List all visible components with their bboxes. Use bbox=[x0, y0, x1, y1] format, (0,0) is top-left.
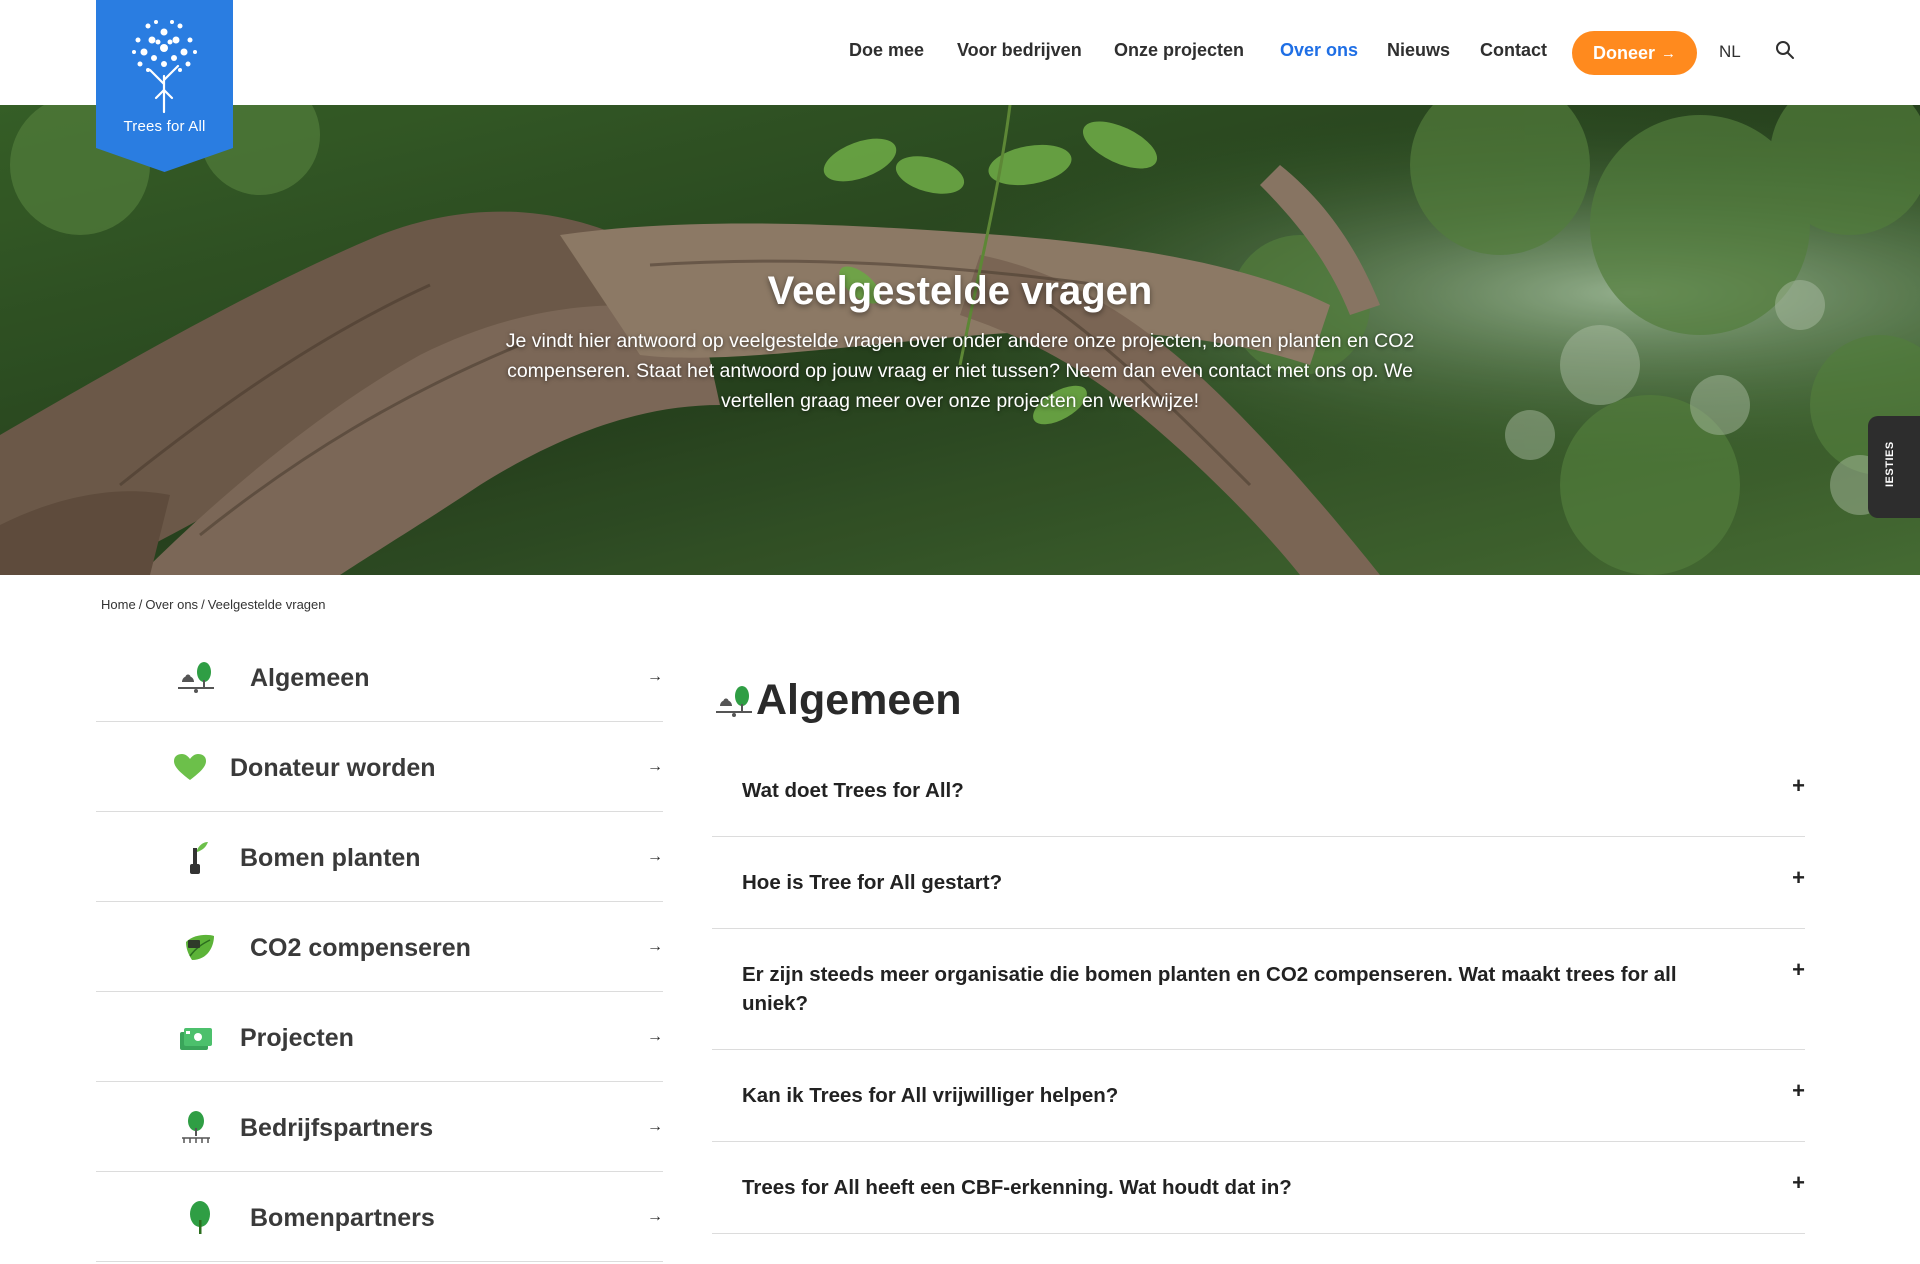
hero-banner: Veelgestelde vragen Je vindt hier antwoo… bbox=[0, 105, 1920, 575]
leaf-icon bbox=[186, 934, 214, 960]
category-list: Algemeen → Donateur worden → Bomen plant… bbox=[96, 632, 663, 1262]
section-title: Algemeen bbox=[756, 676, 962, 724]
breadcrumb-over-ons[interactable]: Over ons bbox=[145, 597, 198, 612]
plus-icon[interactable]: + bbox=[1792, 957, 1805, 983]
arrow-right-icon: → bbox=[647, 1028, 663, 1045]
faq-question: Er zijn steeds meer organisatie die bome… bbox=[742, 963, 1677, 1015]
tree-scale-icon bbox=[178, 662, 214, 693]
arrow-right-icon: → bbox=[647, 938, 663, 955]
sapling-icon bbox=[190, 842, 208, 874]
faq-item[interactable]: Wat doet Trees for All? + bbox=[712, 745, 1805, 837]
category-label: Projecten bbox=[240, 1024, 354, 1052]
plus-icon[interactable]: + bbox=[1792, 1078, 1805, 1104]
category-label: Bedrijfspartners bbox=[240, 1114, 434, 1142]
breadcrumb-current: Veelgestelde vragen bbox=[207, 597, 326, 612]
arrow-right-icon: → bbox=[647, 668, 663, 685]
nav-item-voor-bedrijven[interactable]: Voor bedrijven bbox=[957, 40, 1082, 61]
tree-roots-icon bbox=[182, 1111, 210, 1143]
language-switch[interactable]: NL bbox=[1719, 42, 1741, 62]
main-nav: Doe mee Voor bedrijven Onze projecten Ov… bbox=[0, 0, 1920, 105]
heart-icon bbox=[174, 754, 206, 780]
category-label: Algemeen bbox=[250, 664, 370, 692]
arrow-right-icon: → bbox=[1661, 44, 1676, 62]
nav-item-onze-projecten[interactable]: Onze projecten bbox=[1114, 40, 1244, 61]
faq-item[interactable]: Trees for All heeft een CBF-erkenning. W… bbox=[712, 1142, 1805, 1234]
site-header: Doe mee Voor bedrijven Onze projecten Ov… bbox=[0, 0, 1920, 105]
hero-title: Veelgestelde vragen bbox=[767, 269, 1153, 313]
plus-icon[interactable]: + bbox=[1792, 865, 1805, 891]
breadcrumb-home[interactable]: Home bbox=[101, 597, 136, 612]
category-bedrijfspartners[interactable]: Bedrijfspartners → bbox=[96, 1082, 663, 1172]
breadcrumb: Home / Over ons / Veelgestelde vragen bbox=[101, 597, 326, 612]
nav-item-nieuws[interactable]: Nieuws bbox=[1387, 40, 1450, 61]
category-projecten[interactable]: Projecten → bbox=[96, 992, 663, 1082]
arrow-right-icon: → bbox=[647, 758, 663, 775]
side-tab-label: IESTIES bbox=[1884, 441, 1896, 487]
category-donateur-worden[interactable]: Donateur worden → bbox=[96, 722, 663, 812]
nav-item-over-ons[interactable]: Over ons bbox=[1280, 40, 1358, 61]
faq-question: Trees for All heeft een CBF-erkenning. W… bbox=[742, 1176, 1292, 1199]
plus-icon[interactable]: + bbox=[1792, 1170, 1805, 1196]
faq-question: Wat doet Trees for All? bbox=[742, 779, 964, 802]
breadcrumb-separator: / bbox=[201, 597, 205, 612]
faq-list: Wat doet Trees for All? + Hoe is Tree fo… bbox=[712, 745, 1805, 1234]
money-icon bbox=[180, 1028, 212, 1050]
arrow-right-icon: → bbox=[647, 1118, 663, 1135]
search-icon[interactable] bbox=[1775, 40, 1795, 60]
faq-question: Hoe is Tree for All gestart? bbox=[742, 871, 1003, 894]
category-label: Bomenpartners bbox=[250, 1204, 435, 1232]
feedback-side-tab[interactable]: IESTIES bbox=[1868, 416, 1920, 518]
tree-scale-icon bbox=[716, 686, 752, 717]
category-bomen-planten[interactable]: Bomen planten → bbox=[96, 812, 663, 902]
faq-item[interactable]: Er zijn steeds meer organisatie die bome… bbox=[712, 929, 1805, 1050]
faq-question: Kan ik Trees for All vrijwilliger helpen… bbox=[742, 1084, 1119, 1107]
plus-icon[interactable]: + bbox=[1792, 773, 1805, 799]
logo[interactable]: Trees for All bbox=[96, 0, 233, 172]
arrow-right-icon: → bbox=[647, 848, 663, 865]
faq-item[interactable]: Kan ik Trees for All vrijwilliger helpen… bbox=[712, 1050, 1805, 1142]
category-label: Bomen planten bbox=[240, 844, 421, 872]
category-bomenpartners[interactable]: Bomenpartners → bbox=[96, 1172, 663, 1262]
logo-text: Trees for All bbox=[123, 118, 206, 135]
tree-icon bbox=[190, 1201, 210, 1234]
donate-label: Doneer bbox=[1592, 42, 1655, 63]
tree-logo-icon bbox=[132, 20, 197, 114]
faq-item[interactable]: Hoe is Tree for All gestart? + bbox=[712, 837, 1805, 929]
category-co2-compenseren[interactable]: CO2 compenseren → bbox=[96, 902, 663, 992]
nav-item-doe-mee[interactable]: Doe mee bbox=[849, 40, 924, 61]
breadcrumb-separator: / bbox=[138, 597, 143, 612]
hero-description: Je vindt hier antwoord op veelgestelde v… bbox=[505, 330, 1415, 412]
donate-button[interactable]: Doneer → bbox=[1572, 31, 1697, 75]
category-label: Donateur worden bbox=[230, 754, 436, 782]
category-label: CO2 compenseren bbox=[250, 934, 471, 962]
arrow-right-icon: → bbox=[647, 1208, 663, 1225]
nav-item-contact[interactable]: Contact bbox=[1480, 40, 1547, 61]
category-algemeen[interactable]: Algemeen → bbox=[96, 632, 663, 722]
